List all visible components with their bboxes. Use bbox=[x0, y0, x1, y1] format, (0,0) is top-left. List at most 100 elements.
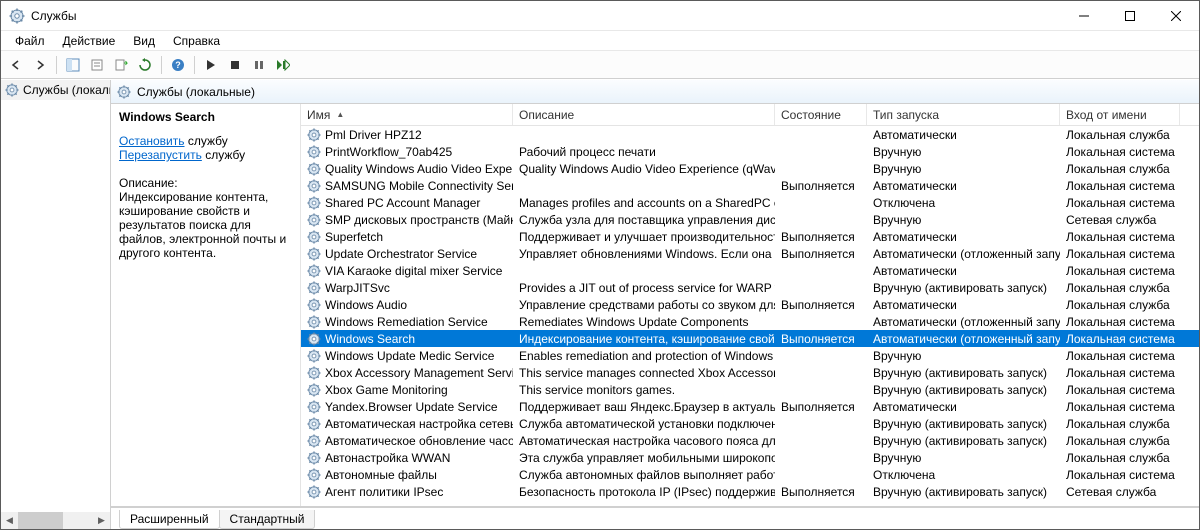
table-row[interactable]: Автоматическая настройка сетевых у...Слу… bbox=[301, 415, 1199, 432]
properties-button[interactable] bbox=[86, 54, 108, 76]
tree-horizontal-scrollbar[interactable]: ◀ ▶ bbox=[1, 512, 110, 529]
service-logon: Локальная система bbox=[1060, 264, 1180, 278]
menu-action[interactable]: Действие bbox=[55, 32, 124, 50]
table-row[interactable]: Windows SearchИндексирование контента, к… bbox=[301, 330, 1199, 347]
table-row[interactable]: Windows AudioУправление средствами работ… bbox=[301, 296, 1199, 313]
menu-file[interactable]: Файл bbox=[7, 32, 53, 50]
content-area: Службы (локальные) ◀ ▶ Службы (локальные… bbox=[1, 79, 1199, 529]
detail-heading: Windows Search bbox=[119, 110, 292, 124]
table-row[interactable]: Windows Update Medic ServiceEnables reme… bbox=[301, 347, 1199, 364]
grid-body[interactable]: Pml Driver HPZ12АвтоматическиЛокальная с… bbox=[301, 126, 1199, 506]
scroll-thumb[interactable] bbox=[18, 512, 63, 529]
table-row[interactable]: Update Orchestrator ServiceУправляет обн… bbox=[301, 245, 1199, 262]
table-row[interactable]: SMP дисковых пространств (Майкрос...Служ… bbox=[301, 211, 1199, 228]
service-logon: Сетевая служба bbox=[1060, 485, 1180, 499]
service-description: Provides a JIT out of process service fo… bbox=[513, 281, 775, 295]
gear-icon bbox=[307, 230, 321, 244]
table-row[interactable]: Yandex.Browser Update ServiceПоддерживае… bbox=[301, 398, 1199, 415]
service-logon: Локальная служба bbox=[1060, 434, 1180, 448]
restart-service-link[interactable]: Перезапустить bbox=[119, 148, 202, 162]
table-row[interactable]: Shared PC Account Manager Manages profile… bbox=[301, 194, 1199, 211]
menu-help[interactable]: Справка bbox=[165, 32, 228, 50]
minimize-button[interactable] bbox=[1061, 1, 1107, 31]
gear-icon bbox=[307, 145, 321, 159]
table-row[interactable]: Автоматическое обновление часовог...Авто… bbox=[301, 432, 1199, 449]
gear-icon bbox=[307, 400, 321, 414]
grid-header: Имя▲ Описание Состояние Тип запуска Вход… bbox=[301, 104, 1199, 126]
gear-icon bbox=[307, 315, 321, 329]
right-pane: Службы (локальные) Windows Search Остано… bbox=[111, 80, 1199, 529]
gear-icon bbox=[117, 85, 131, 99]
table-row[interactable]: Агент политики IPsecБезопасность протоко… bbox=[301, 483, 1199, 500]
service-logon: Сетевая служба bbox=[1060, 213, 1180, 227]
stop-service-button[interactable] bbox=[224, 54, 246, 76]
gear-icon bbox=[307, 247, 321, 261]
tab-extended[interactable]: Расширенный bbox=[119, 510, 220, 529]
right-pane-body: Windows Search Остановить службу Перезап… bbox=[111, 104, 1199, 507]
column-header-name[interactable]: Имя▲ bbox=[301, 104, 513, 125]
table-row[interactable]: SAMSUNG Mobile Connectivity ServiceВыпол… bbox=[301, 177, 1199, 194]
tree-root-label: Службы (локальные) bbox=[23, 83, 111, 97]
service-state: Выполняется bbox=[775, 332, 867, 346]
pause-service-button[interactable] bbox=[248, 54, 270, 76]
service-logon: Локальная система bbox=[1060, 400, 1180, 414]
scroll-track[interactable] bbox=[18, 512, 93, 529]
table-row[interactable]: Quality Windows Audio Video ExperienceQu… bbox=[301, 160, 1199, 177]
maximize-button[interactable] bbox=[1107, 1, 1153, 31]
table-row[interactable]: VIA Karaoke digital mixer ServiceАвтомат… bbox=[301, 262, 1199, 279]
scroll-right-button[interactable]: ▶ bbox=[93, 512, 110, 529]
table-row[interactable]: Xbox Game MonitoringThis service monitor… bbox=[301, 381, 1199, 398]
column-header-description[interactable]: Описание bbox=[513, 104, 775, 125]
tab-standard[interactable]: Стандартный bbox=[219, 510, 316, 529]
table-row[interactable]: Xbox Accessory Management ServiceThis se… bbox=[301, 364, 1199, 381]
table-row[interactable]: Автонастройка WWANЭта служба управляет м… bbox=[301, 449, 1199, 466]
service-description: Manages profiles and accounts on a Share… bbox=[513, 196, 775, 210]
gear-icon bbox=[307, 349, 321, 363]
export-button[interactable] bbox=[110, 54, 132, 76]
back-button[interactable] bbox=[5, 54, 27, 76]
service-description: Поддерживает и улучшает производительнос… bbox=[513, 230, 775, 244]
table-row[interactable]: SuperfetchПоддерживает и улучшает произв… bbox=[301, 228, 1199, 245]
table-row[interactable]: PrintWorkflow_70ab425Рабочий процесс печ… bbox=[301, 143, 1199, 160]
right-pane-header: Службы (локальные) bbox=[111, 80, 1199, 104]
tree-root-services[interactable]: Службы (локальные) bbox=[1, 80, 110, 100]
column-header-logon[interactable]: Вход от имени bbox=[1060, 104, 1180, 125]
gear-icon bbox=[307, 162, 321, 176]
restart-service-button[interactable] bbox=[272, 54, 294, 76]
table-row[interactable]: WarpJITSvcProvides a JIT out of process … bbox=[301, 279, 1199, 296]
service-name: Агент политики IPsec bbox=[325, 485, 443, 499]
service-startup: Вручную (активировать запуск) bbox=[867, 383, 1060, 397]
column-header-state[interactable]: Состояние bbox=[775, 104, 867, 125]
table-row[interactable]: Автономные файлыСлужба автономных файлов… bbox=[301, 466, 1199, 483]
service-description: Служба узла для поставщика управления ди… bbox=[513, 213, 775, 227]
help-button[interactable]: ? bbox=[167, 54, 189, 76]
gear-icon bbox=[307, 383, 321, 397]
service-name: VIA Karaoke digital mixer Service bbox=[325, 264, 502, 278]
menu-view[interactable]: Вид bbox=[125, 32, 163, 50]
service-startup: Автоматически (отложенный запуск) bbox=[867, 247, 1060, 261]
close-button[interactable] bbox=[1153, 1, 1199, 31]
service-name: Shared PC Account Manager bbox=[325, 196, 480, 210]
sort-ascending-icon: ▲ bbox=[336, 110, 344, 119]
service-name: Автоматическая настройка сетевых у... bbox=[325, 417, 513, 431]
service-startup: Автоматически bbox=[867, 179, 1060, 193]
start-service-button[interactable] bbox=[200, 54, 222, 76]
service-logon: Локальная система bbox=[1060, 315, 1180, 329]
description-label: Описание: bbox=[119, 176, 292, 190]
show-hide-tree-button[interactable] bbox=[62, 54, 84, 76]
stop-service-link[interactable]: Остановить bbox=[119, 134, 185, 148]
forward-button[interactable] bbox=[29, 54, 51, 76]
service-logon: Локальная служба bbox=[1060, 298, 1180, 312]
service-name: Xbox Accessory Management Service bbox=[325, 366, 513, 380]
column-header-startup[interactable]: Тип запуска bbox=[867, 104, 1060, 125]
scroll-left-button[interactable]: ◀ bbox=[1, 512, 18, 529]
service-description: Служба автономных файлов выполняет работ… bbox=[513, 468, 775, 482]
table-row[interactable]: Pml Driver HPZ12АвтоматическиЛокальная с… bbox=[301, 126, 1199, 143]
refresh-button[interactable] bbox=[134, 54, 156, 76]
service-logon: Локальная система bbox=[1060, 468, 1180, 482]
gear-icon bbox=[307, 485, 321, 499]
service-startup: Вручную (активировать запуск) bbox=[867, 434, 1060, 448]
service-description: Автоматическая настройка часового пояса … bbox=[513, 434, 775, 448]
stop-service-line: Остановить службу bbox=[119, 134, 292, 148]
table-row[interactable]: Windows Remediation ServiceRemediates Wi… bbox=[301, 313, 1199, 330]
